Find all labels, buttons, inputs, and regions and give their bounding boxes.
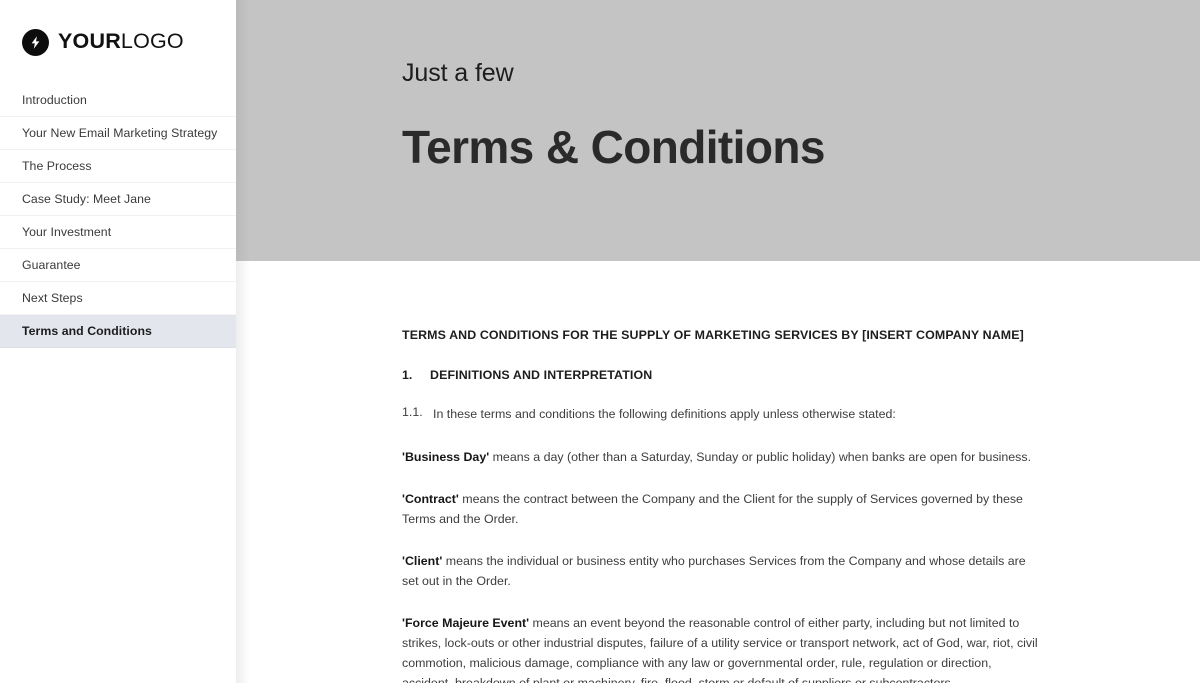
sidebar-item-your-investment[interactable]: Your Investment	[0, 216, 236, 249]
lightning-bolt-icon	[22, 28, 49, 56]
definition-term: 'Force Majeure Event'	[402, 616, 530, 631]
sidebar-item-label: Introduction	[22, 93, 87, 107]
definition-force-majeure-event: 'Force Majeure Event' means an event bey…	[402, 613, 1044, 683]
page-hero: Just a few Terms & Conditions	[236, 0, 1200, 261]
clause-1: 1. DEFINITIONS AND INTERPRETATION	[402, 368, 1044, 382]
sidebar-item-next-steps[interactable]: Next Steps	[0, 282, 236, 315]
document-heading: TERMS AND CONDITIONS FOR THE SUPPLY OF M…	[402, 328, 1024, 342]
sidebar-item-terms-and-conditions[interactable]: Terms and Conditions	[0, 315, 236, 348]
definition-client: 'Client' means the individual or busines…	[402, 551, 1044, 591]
sidebar-item-label: Case Study: Meet Jane	[22, 192, 151, 206]
logo-text-bold: YOUR	[58, 29, 121, 54]
sidebar: YOURLOGO Introduction Your New Email Mar…	[0, 0, 236, 683]
logo-text-light: LOGO	[120, 29, 184, 54]
definition-body: means the contract between the Company a…	[402, 491, 1023, 526]
definition-term: 'Client'	[402, 553, 443, 568]
sidebar-item-case-study-meet-jane[interactable]: Case Study: Meet Jane	[0, 183, 236, 216]
page-title: Terms & Conditions	[402, 120, 825, 173]
sidebar-item-the-process[interactable]: The Process	[0, 150, 236, 183]
definition-body: means the individual or business entity …	[402, 553, 1026, 588]
clause-number: 1.	[402, 368, 413, 383]
definition-term: 'Business Day'	[402, 449, 490, 464]
sidebar-item-label: Next Steps	[22, 291, 83, 305]
sidebar-item-label: Your New Email Marketing Strategy	[22, 126, 218, 140]
subclause-text: In these terms and conditions the follow…	[433, 407, 896, 422]
main-content: Just a few Terms & Conditions TERMS AND …	[236, 0, 1200, 683]
definition-contract: 'Contract' means the contract between th…	[402, 489, 1044, 529]
sidebar-item-label: Terms and Conditions	[22, 324, 152, 338]
subclause-number: 1.1.	[402, 405, 423, 420]
hero-eyebrow: Just a few	[402, 59, 514, 87]
sidebar-item-label: Guarantee	[22, 258, 81, 272]
document-body: TERMS AND CONDITIONS FOR THE SUPPLY OF M…	[236, 261, 1200, 683]
clause-title: DEFINITIONS AND INTERPRETATION	[430, 368, 653, 383]
logo[interactable]: YOURLOGO	[0, 0, 236, 84]
logo-wordmark: YOURLOGO	[58, 31, 184, 53]
definition-business-day: 'Business Day' means a day (other than a…	[402, 447, 1044, 467]
definition-body: means a day (other than a Saturday, Sund…	[489, 449, 1032, 464]
document-viewer: YOURLOGO Introduction Your New Email Mar…	[0, 0, 1200, 683]
sidebar-item-label: The Process	[22, 159, 92, 173]
sidebar-nav: Introduction Your New Email Marketing St…	[0, 84, 236, 348]
subclause-1-1: 1.1. In these terms and conditions the f…	[402, 405, 1044, 424]
definition-term: 'Contract'	[402, 491, 459, 506]
sidebar-item-label: Your Investment	[22, 225, 112, 239]
sidebar-item-introduction[interactable]: Introduction	[0, 84, 236, 117]
sidebar-item-guarantee[interactable]: Guarantee	[0, 249, 236, 282]
sidebar-item-your-new-email-marketing-strategy[interactable]: Your New Email Marketing Strategy	[0, 117, 236, 150]
